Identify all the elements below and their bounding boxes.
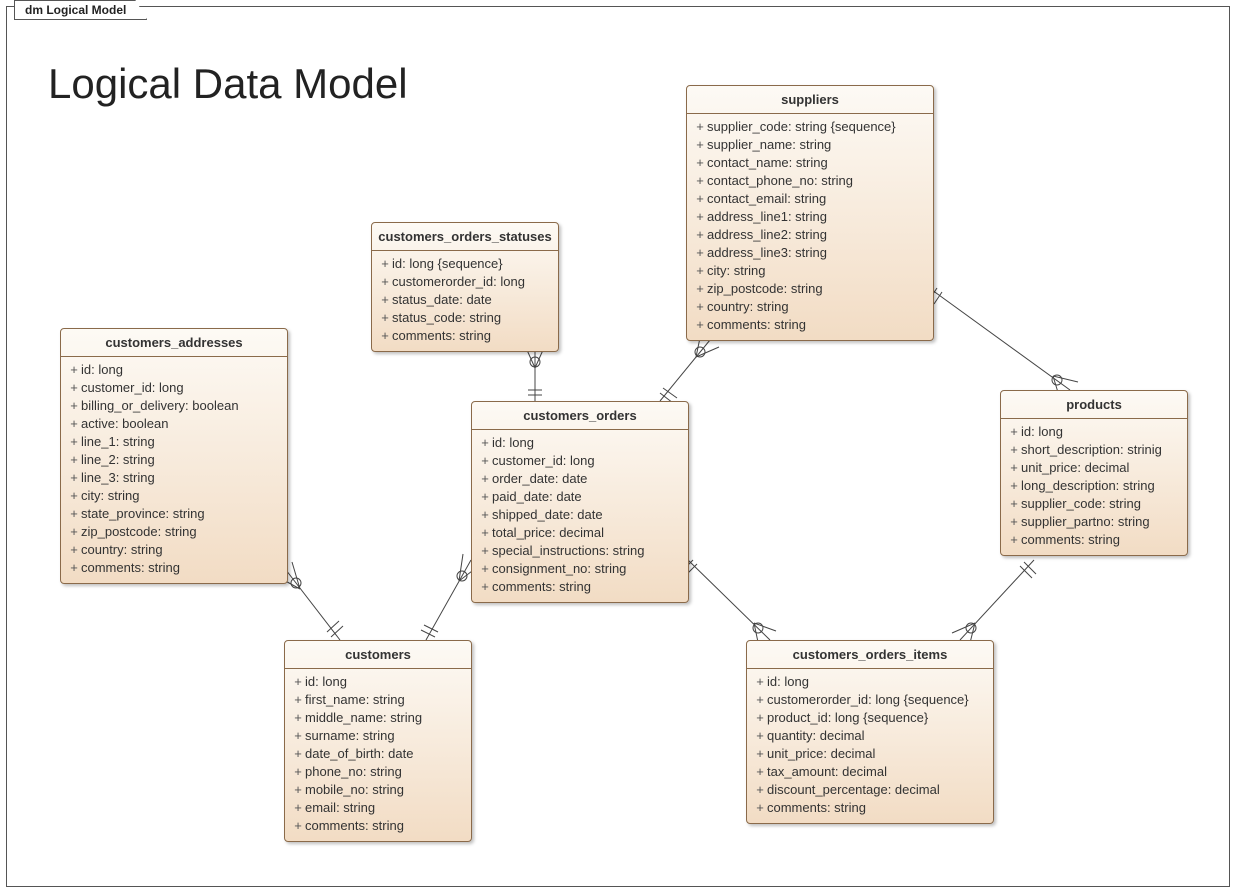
attr: id: long	[305, 674, 347, 689]
attr: comments: string	[492, 579, 591, 594]
entity-attributes: +id: long +first_name: string +middle_na…	[285, 669, 471, 841]
attr: zip_postcode: string	[81, 524, 197, 539]
attr: special_instructions: string	[492, 543, 644, 558]
entity-attributes: +supplier_code: string {sequence} +suppl…	[687, 114, 933, 340]
attr: customerorder_id: long	[392, 274, 525, 289]
attr: line_1: string	[81, 434, 155, 449]
attr: order_date: date	[492, 471, 587, 486]
entity-customers[interactable]: customers +id: long +first_name: string …	[284, 640, 472, 842]
attr: comments: string	[1021, 532, 1120, 547]
diagram-tab: dm Logical Model	[14, 0, 147, 20]
attr: comments: string	[767, 800, 866, 815]
attr: middle_name: string	[305, 710, 422, 725]
attr: status_code: string	[392, 310, 501, 325]
attr: billing_or_delivery: boolean	[81, 398, 239, 413]
attr: country: string	[81, 542, 163, 557]
entity-title: customers_orders	[472, 402, 688, 430]
entity-attributes: +id: long +customerorder_id: long {seque…	[747, 669, 993, 823]
entity-title: suppliers	[687, 86, 933, 114]
attr: id: long	[81, 362, 123, 377]
attr: first_name: string	[305, 692, 405, 707]
entity-customers-orders-statuses[interactable]: customers_orders_statuses +id: long {seq…	[371, 222, 559, 352]
attr: city: string	[707, 263, 766, 278]
attr: surname: string	[305, 728, 395, 743]
attr: customer_id: long	[492, 453, 595, 468]
attr: phone_no: string	[305, 764, 402, 779]
attr: comments: string	[392, 328, 491, 343]
attr: country: string	[707, 299, 789, 314]
attr: comments: string	[305, 818, 404, 833]
diagram-frame: dm Logical Model Logical Data Model	[0, 0, 1236, 893]
attr: id: long	[767, 674, 809, 689]
attr: discount_percentage: decimal	[767, 782, 940, 797]
attr: date_of_birth: date	[305, 746, 413, 761]
attr: active: boolean	[81, 416, 168, 431]
entity-customers-orders-items[interactable]: customers_orders_items +id: long +custom…	[746, 640, 994, 824]
attr: customer_id: long	[81, 380, 184, 395]
entity-attributes: +id: long +customer_id: long +order_date…	[472, 430, 688, 602]
attr: unit_price: decimal	[767, 746, 875, 761]
entity-title: customers_addresses	[61, 329, 287, 357]
attr: shipped_date: date	[492, 507, 603, 522]
entity-attributes: +id: long +short_description: strinig +u…	[1001, 419, 1187, 555]
entity-customers-addresses[interactable]: customers_addresses +id: long +customer_…	[60, 328, 288, 584]
entity-title: customers_orders_items	[747, 641, 993, 669]
attr: id: long	[1021, 424, 1063, 439]
attr: city: string	[81, 488, 140, 503]
attr: tax_amount: decimal	[767, 764, 887, 779]
attr: unit_price: decimal	[1021, 460, 1129, 475]
attr: contact_email: string	[707, 191, 826, 206]
entity-title: customers	[285, 641, 471, 669]
entity-suppliers[interactable]: suppliers +supplier_code: string {sequen…	[686, 85, 934, 341]
entity-title: customers_orders_statuses	[372, 223, 558, 251]
attr: total_price: decimal	[492, 525, 604, 540]
attr: state_province: string	[81, 506, 205, 521]
entity-products[interactable]: products +id: long +short_description: s…	[1000, 390, 1188, 556]
attr: id: long	[492, 435, 534, 450]
entity-attributes: +id: long {sequence} +customerorder_id: …	[372, 251, 558, 351]
entity-title: products	[1001, 391, 1187, 419]
attr: zip_postcode: string	[707, 281, 823, 296]
attr: status_date: date	[392, 292, 492, 307]
attr: line_2: string	[81, 452, 155, 467]
attr: email: string	[305, 800, 375, 815]
entity-attributes: +id: long +customer_id: long +billing_or…	[61, 357, 287, 583]
attr: line_3: string	[81, 470, 155, 485]
attr: customerorder_id: long {sequence}	[767, 692, 969, 707]
attr: supplier_partno: string	[1021, 514, 1150, 529]
attr: comments: string	[81, 560, 180, 575]
attr: address_line3: string	[707, 245, 827, 260]
attr: supplier_code: string	[1021, 496, 1141, 511]
attr: short_description: strinig	[1021, 442, 1162, 457]
attr: comments: string	[707, 317, 806, 332]
diagram-title: Logical Data Model	[48, 60, 408, 108]
attr: paid_date: date	[492, 489, 582, 504]
attr: address_line2: string	[707, 227, 827, 242]
attr: product_id: long {sequence}	[767, 710, 928, 725]
attr: address_line1: string	[707, 209, 827, 224]
attr: consignment_no: string	[492, 561, 626, 576]
attr: supplier_name: string	[707, 137, 831, 152]
attr: quantity: decimal	[767, 728, 865, 743]
attr: contact_name: string	[707, 155, 828, 170]
attr: long_description: string	[1021, 478, 1155, 493]
attr: id: long {sequence}	[392, 256, 503, 271]
attr: mobile_no: string	[305, 782, 404, 797]
entity-customers-orders[interactable]: customers_orders +id: long +customer_id:…	[471, 401, 689, 603]
attr: contact_phone_no: string	[707, 173, 853, 188]
attr: supplier_code: string {sequence}	[707, 119, 896, 134]
